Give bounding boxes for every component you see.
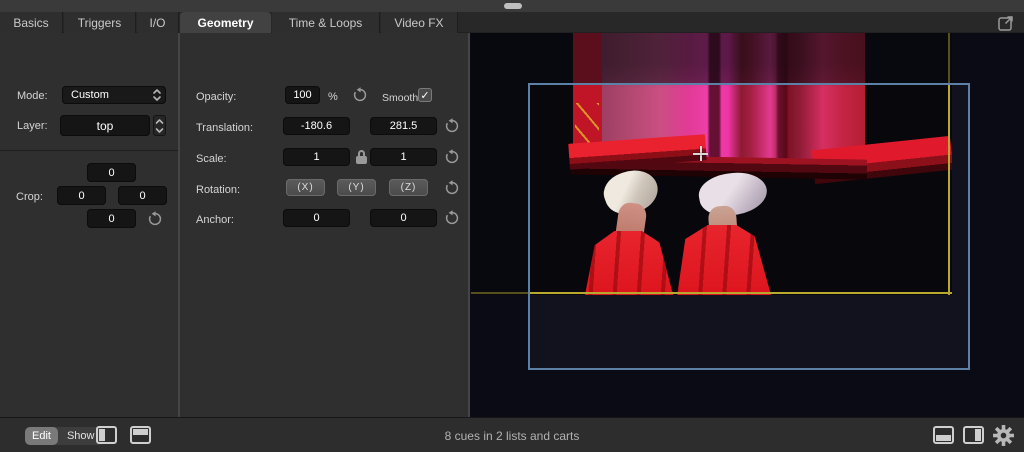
- layer-field[interactable]: top: [60, 115, 150, 136]
- crop-right-field[interactable]: 0: [118, 186, 167, 205]
- opacity-unit: %: [328, 91, 338, 103]
- rotation-y-button[interactable]: (Y): [337, 179, 376, 196]
- translation-label: Translation:: [196, 122, 253, 134]
- crop-bottom-field[interactable]: 0: [87, 209, 136, 228]
- translation-reset-icon[interactable]: [444, 118, 460, 134]
- cue-basics-panel: Mode: Custom Layer: top 0 Crop: 0 0 0: [0, 33, 178, 417]
- mode-label: Mode:: [17, 90, 48, 102]
- rotation-x-button[interactable]: (X): [286, 179, 325, 196]
- edit-show-toggle: Edit Show: [25, 427, 104, 445]
- opacity-label: Opacity:: [196, 91, 236, 103]
- rotation-z-button[interactable]: (Z): [389, 179, 428, 196]
- open-in-window-icon[interactable]: [996, 13, 1016, 33]
- edit-mode-button[interactable]: Edit: [25, 427, 58, 445]
- toggle-right-panel-icon[interactable]: [963, 426, 984, 444]
- smooth-checkbox[interactable]: ✓: [418, 88, 432, 102]
- offstage-dim-overlay: [471, 83, 528, 295]
- inspector-tab-bar: Basics Triggers I/O Geometry Time & Loop…: [0, 12, 1024, 33]
- tab-geometry[interactable]: Geometry: [180, 12, 271, 33]
- crop-top-field[interactable]: 0: [87, 163, 136, 182]
- status-bar: 8 cues in 2 lists and carts Edit Show: [0, 417, 1024, 452]
- popup-chevrons-icon: [151, 87, 163, 103]
- stepper-down-icon[interactable]: [154, 126, 165, 135]
- anchor-x-field[interactable]: 0: [283, 209, 350, 227]
- offstage-dim-overlay: [471, 33, 952, 83]
- scale-lock-icon[interactable]: [355, 150, 368, 164]
- scale-label: Scale:: [196, 153, 227, 165]
- crop-left-field[interactable]: 0: [57, 186, 106, 205]
- qlab-window: Basics Triggers I/O Geometry Time & Loop…: [0, 0, 1024, 452]
- crop-reset-icon[interactable]: [147, 211, 163, 227]
- toggle-left-panel-icon[interactable]: [96, 426, 117, 444]
- rotation-label: Rotation:: [196, 184, 240, 196]
- opacity-field[interactable]: 100: [285, 86, 320, 104]
- anchor-y-field[interactable]: 0: [370, 209, 437, 227]
- tab-video-fx[interactable]: Video FX: [381, 12, 458, 33]
- translation-y-field[interactable]: 281.5: [370, 117, 437, 135]
- scale-y-field[interactable]: 1: [370, 148, 437, 166]
- tab-triggers[interactable]: Triggers: [64, 12, 136, 33]
- scale-reset-icon[interactable]: [444, 149, 460, 165]
- stepper-up-icon[interactable]: [154, 117, 165, 126]
- layer-label: Layer:: [17, 120, 48, 132]
- layer-stepper[interactable]: [153, 115, 166, 136]
- drag-handle[interactable]: [504, 3, 522, 9]
- tab-time-loops[interactable]: Time & Loops: [272, 12, 380, 33]
- anchor-label: Anchor:: [196, 214, 234, 226]
- cue-count-status: 8 cues in 2 lists and carts: [0, 418, 1024, 452]
- tab-basics[interactable]: Basics: [0, 12, 63, 33]
- opacity-reset-icon[interactable]: [352, 87, 368, 103]
- geometry-preview-stage[interactable]: [470, 33, 1024, 417]
- toggle-top-panel-icon[interactable]: [130, 426, 151, 444]
- translation-x-field[interactable]: -180.6: [283, 117, 350, 135]
- tab-io[interactable]: I/O: [137, 12, 179, 33]
- anchor-reset-icon[interactable]: [444, 210, 460, 226]
- geometry-panel: Opacity: 100 % Smooth: ✓ Translation: -1…: [180, 33, 468, 417]
- smooth-label: Smooth:: [382, 92, 421, 104]
- mode-dropdown[interactable]: Custom: [62, 86, 166, 104]
- crop-label: Crop:: [16, 191, 43, 203]
- surface-outline: [528, 83, 970, 370]
- settings-gear-icon[interactable]: [992, 424, 1015, 447]
- scale-x-field[interactable]: 1: [283, 148, 350, 166]
- panel-divider: [0, 150, 178, 151]
- rotation-reset-icon[interactable]: [444, 180, 460, 196]
- toggle-bottom-panel-icon[interactable]: [933, 426, 954, 444]
